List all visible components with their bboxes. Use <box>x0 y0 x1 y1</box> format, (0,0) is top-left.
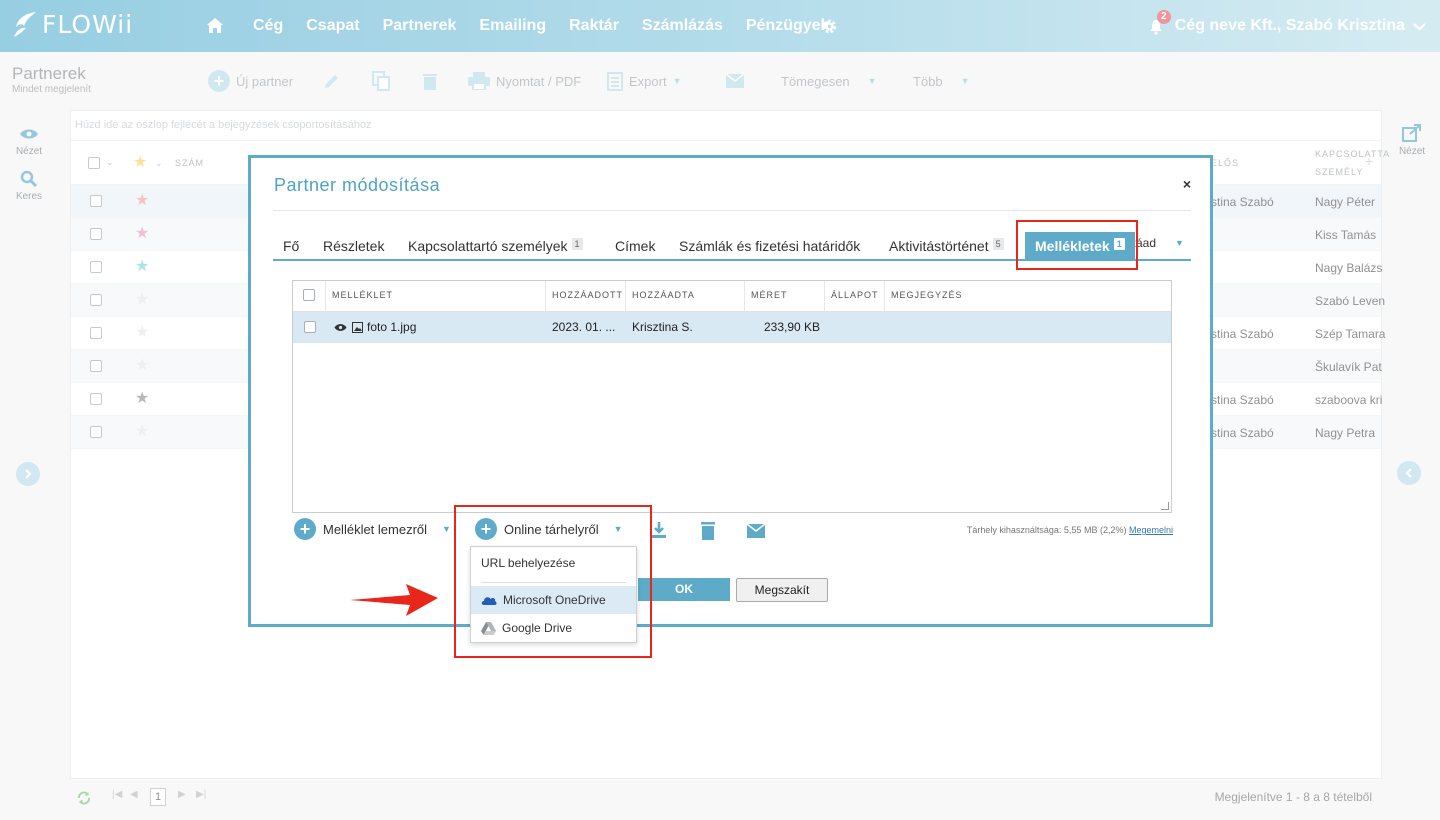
col-header-size[interactable]: MÉRET <box>745 281 825 312</box>
col-header-added[interactable]: HOZZÁADOTT <box>546 281 626 312</box>
divider <box>273 210 1191 211</box>
red-arrow-icon <box>350 584 438 616</box>
eye-icon[interactable] <box>334 323 347 332</box>
attachments-header: MELLÉKLET HOZZÁADOTT HOZZÁADTA MÉRET ÁLL… <box>293 281 1171 312</box>
tab-label: Fő <box>283 238 300 254</box>
attachment-row-checkbox[interactable] <box>304 321 316 333</box>
attach-from-disk-label: Melléklet lemezről <box>323 521 428 537</box>
attachments-table: MELLÉKLET HOZZÁADOTT HOZZÁADTA MÉRET ÁLL… <box>292 280 1172 513</box>
highlight-box-tab <box>1016 220 1138 270</box>
plus-circle-icon: + <box>294 518 316 540</box>
envelope-icon[interactable] <box>747 524 765 538</box>
resize-handle[interactable] <box>1161 502 1169 510</box>
attachment-added-by: Krisztina S. <box>632 320 693 334</box>
tab-szamlak[interactable]: Számlák és fizetési határidők <box>679 238 860 254</box>
tab-badge: 5 <box>992 238 1004 250</box>
col-header-added-by[interactable]: HOZZÁADTA <box>626 281 745 312</box>
tab-label: Részletek <box>323 238 385 254</box>
col-header-note[interactable]: MEGJEGYZÉS <box>885 281 1171 312</box>
attachment-added: 2023. 01. ... <box>552 320 616 334</box>
tabs-more-caret-icon[interactable]: ▼ <box>1175 238 1184 248</box>
download-icon[interactable] <box>652 522 666 538</box>
tab-kapcsolattarto[interactable]: Kapcsolattartó személyek 1 <box>408 238 583 254</box>
attachment-name[interactable]: foto 1.jpg <box>367 320 416 334</box>
tab-badge: 1 <box>571 238 583 250</box>
tab-label: Kapcsolattartó személyek <box>408 238 568 254</box>
cancel-button[interactable]: Megszakít <box>736 578 828 602</box>
tab-fo[interactable]: Fő <box>283 238 299 254</box>
storage-usage: Tárhely kihasználtsága: 5,55 MB (2,2%) M… <box>967 525 1173 535</box>
storage-usage-text: Tárhely kihasználtsága: 5,55 MB (2,2%) <box>966 525 1127 535</box>
col-header-attachment[interactable]: MELLÉKLET <box>326 281 546 312</box>
attachment-actions: + Melléklet lemezről ▼ + Online tárhelyr… <box>294 518 1174 544</box>
select-all-attachments-checkbox[interactable] <box>303 289 315 301</box>
attachment-size: 233,90 KB <box>764 320 821 334</box>
tab-reszletek[interactable]: Részletek <box>323 238 384 254</box>
col-header-status[interactable]: ÁLLAPOT <box>825 281 885 312</box>
attach-from-disk-button[interactable]: + Melléklet lemezről ▼ <box>294 518 451 540</box>
image-file-icon <box>352 322 363 333</box>
tab-label: Címek <box>615 238 656 254</box>
highlight-box-dropdown <box>454 505 652 658</box>
dialog-title: Partner módosítása <box>274 175 441 195</box>
caret-down-icon[interactable]: ▼ <box>442 524 451 534</box>
trash-icon[interactable] <box>700 521 716 540</box>
close-icon[interactable]: × <box>1183 176 1191 192</box>
header-checkbox-cell <box>293 281 326 312</box>
tab-cimek[interactable]: Címek <box>615 238 655 254</box>
tab-label: Számlák és fizetési határidők <box>679 238 861 254</box>
tab-aktivitas[interactable]: Aktivitástörténet 5 <box>889 238 1004 254</box>
upgrade-storage-link[interactable]: Megemelni <box>1129 525 1173 535</box>
attachment-row[interactable]: foto 1.jpg 2023. 01. ... Krisztina S. 23… <box>293 312 1171 343</box>
tab-label: Aktivitástörténet <box>889 238 989 254</box>
